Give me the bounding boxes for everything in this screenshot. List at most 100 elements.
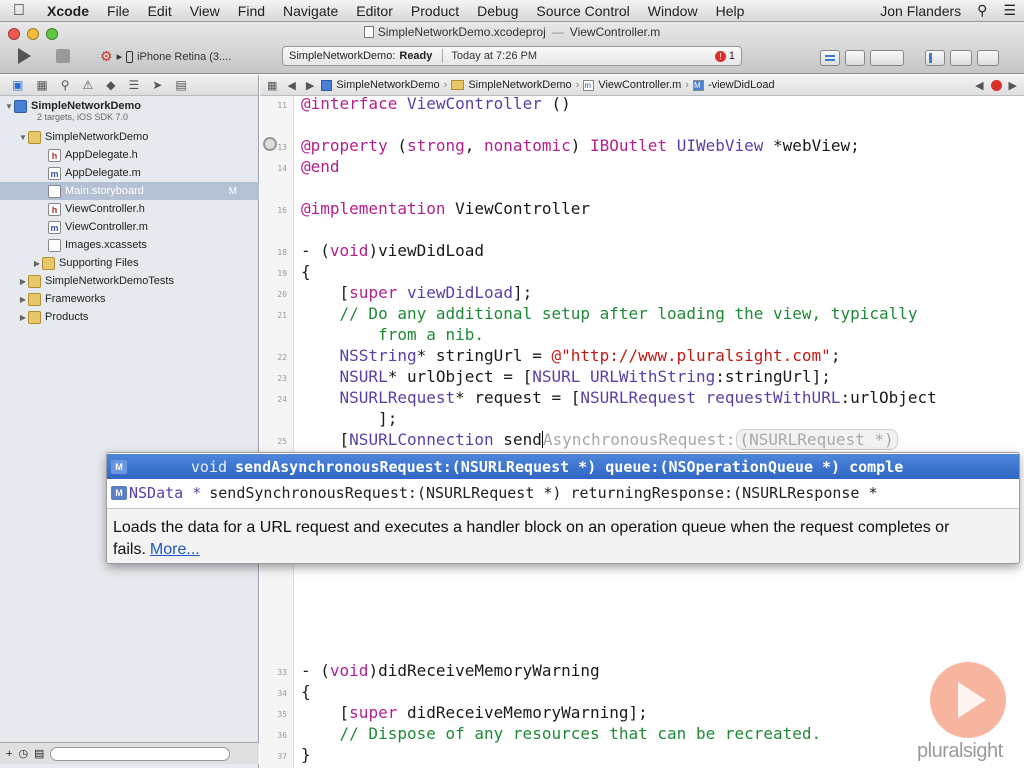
code-token: @property — [301, 136, 388, 155]
related-items-icon[interactable]: ▦ — [264, 79, 280, 92]
code-token: didReceiveMemoryWarning]; — [397, 703, 648, 722]
notification-list-icon[interactable]: ☰ — [995, 2, 1024, 19]
scm-filter-icon[interactable]: ▤ — [34, 747, 44, 760]
source-editor[interactable]: @interface ViewController () @property (… — [295, 96, 1024, 768]
menu-file[interactable]: File — [98, 3, 139, 19]
run-button[interactable] — [18, 48, 31, 64]
breadcrumb-method[interactable]: -viewDidLoad — [708, 79, 775, 91]
issue-navigator-tab-icon[interactable]: ⚠ — [82, 78, 93, 92]
menu-view[interactable]: View — [181, 3, 229, 19]
tree-item-viewcontroller-h[interactable]: h ViewController.h — [0, 200, 259, 218]
tree-item-frameworks[interactable]: ▶ Frameworks — [0, 290, 259, 308]
debug-navigator-tab-icon[interactable]: ☰ — [128, 78, 139, 92]
code-comment: from a nib. — [301, 325, 485, 344]
toggle-utilities-button[interactable] — [977, 50, 999, 66]
recent-files-icon[interactable]: ◷ — [18, 747, 28, 760]
code-line-current[interactable]: [NSURLConnection sendAsynchronousRequest… — [301, 429, 898, 450]
menu-source-control[interactable]: Source Control — [527, 3, 638, 19]
scheme-selector[interactable]: ⚙ ▸ iPhone Retina (3.... — [100, 48, 231, 65]
spotlight-search-icon[interactable]: ⚲ — [969, 2, 995, 19]
tree-item-appdelegate-m[interactable]: m AppDelegate.m — [0, 164, 259, 182]
navigator-filter-field[interactable] — [50, 746, 231, 761]
log-navigator-tab-icon[interactable]: ▤ — [175, 78, 186, 92]
tree-item-appdelegate-h[interactable]: h AppDelegate.h — [0, 146, 259, 164]
tree-item-viewcontroller-m[interactable]: m ViewController.m — [0, 218, 259, 236]
stop-button[interactable] — [56, 49, 70, 63]
disclosure-closed-icon[interactable]: ▶ — [32, 259, 42, 268]
line-number: 21 — [277, 311, 287, 320]
disclosure-open-icon[interactable]: ▼ — [4, 102, 14, 111]
project-navigator-tab-icon[interactable]: ▣ — [12, 78, 23, 92]
menu-debug[interactable]: Debug — [468, 3, 527, 19]
forward-arrow-icon[interactable]: ▶ — [303, 79, 317, 92]
menu-navigate[interactable]: Navigate — [274, 3, 347, 19]
completion-item[interactable]: M NSData * sendSynchronousRequest:(NSURL… — [107, 480, 1019, 505]
code-token: send — [493, 430, 542, 449]
line-number: 23 — [277, 374, 287, 383]
breadcrumb-group[interactable]: SimpleNetworkDemo — [468, 79, 571, 91]
user-name[interactable]: Jon Flanders — [872, 3, 969, 19]
toggle-navigator-button[interactable] — [925, 50, 945, 66]
tree-item-label: Supporting Files — [59, 257, 139, 269]
tree-item-tests[interactable]: ▶ SimpleNetworkDemoTests — [0, 272, 259, 290]
code-comment: // Do any additional setup after loading… — [301, 304, 918, 323]
more-link[interactable]: More... — [150, 541, 200, 558]
code-token: )viewDidLoad — [368, 241, 485, 260]
menu-find[interactable]: Find — [229, 3, 274, 19]
menu-window[interactable]: Window — [639, 3, 707, 19]
version-editor-button[interactable] — [870, 50, 904, 66]
menu-product[interactable]: Product — [402, 3, 468, 19]
code-token: @interface — [301, 96, 407, 113]
error-icon[interactable] — [990, 79, 1002, 91]
next-issue-icon[interactable]: ▶ — [1006, 79, 1020, 92]
disclosure-closed-icon[interactable]: ▶ — [18, 313, 28, 322]
apple-menu-icon[interactable]:  — [0, 2, 38, 20]
disclosure-closed-icon[interactable]: ▶ — [18, 295, 28, 304]
issue-indicator[interactable]: ! 1 — [714, 50, 735, 62]
tree-item-group-simplenetworkdemo[interactable]: ▼ SimpleNetworkDemo — [0, 128, 259, 146]
previous-issue-icon[interactable]: ◀ — [972, 79, 986, 92]
code-line: NSString* stringUrl = @"http://www.plura… — [301, 345, 841, 366]
tree-item-supporting-files[interactable]: ▶ Supporting Files — [0, 254, 259, 272]
tree-item-label: Frameworks — [45, 293, 106, 305]
find-navigator-tab-icon[interactable]: ⚲ — [61, 78, 70, 92]
line-number: 16 — [277, 206, 287, 215]
symbol-navigator-tab-icon[interactable]: ▦ — [36, 78, 47, 92]
menu-help[interactable]: Help — [707, 3, 754, 19]
menu-edit[interactable]: Edit — [139, 3, 181, 19]
add-file-icon[interactable]: + — [6, 748, 12, 760]
tree-item-main-storyboard[interactable]: Main.storyboard M — [0, 182, 259, 200]
breakpoint-navigator-tab-icon[interactable]: ➤ — [152, 78, 162, 92]
disclosure-closed-icon[interactable]: ▶ — [18, 277, 28, 286]
code-line: ]; — [301, 408, 397, 429]
tree-item-images-xcassets[interactable]: Images.xcassets — [0, 236, 259, 254]
breadcrumb-project[interactable]: SimpleNetworkDemo — [336, 79, 439, 91]
test-navigator-tab-icon[interactable]: ◆ — [106, 78, 115, 92]
code-token: NSURL — [532, 367, 581, 386]
code-token: void — [329, 661, 369, 680]
iboutlet-connection-icon[interactable] — [263, 137, 277, 151]
assistant-editor-button[interactable] — [845, 50, 865, 66]
code-token: @implementation — [301, 199, 446, 218]
disclosure-open-icon[interactable]: ▼ — [18, 133, 28, 142]
menu-app-name[interactable]: Xcode — [38, 3, 98, 19]
code-token: URLWithString — [590, 367, 716, 386]
breadcrumb-chevron-icon: › — [575, 79, 580, 91]
code-line: - (void)viewDidLoad — [301, 240, 484, 261]
code-token: strong — [406, 136, 465, 155]
completion-placeholder-token[interactable]: (NSURLRequest *) — [735, 429, 898, 450]
completion-documentation: Loads the data for a URL request and exe… — [107, 508, 1019, 563]
menu-bar:  Xcode File Edit View Find Navigate Edi… — [0, 0, 1024, 22]
code-line: - (void)didReceiveMemoryWarning — [301, 660, 600, 681]
toggle-debug-area-button[interactable] — [950, 50, 972, 66]
menu-editor[interactable]: Editor — [347, 3, 402, 19]
completion-ghost-text: AsynchronousRequest: — [542, 430, 736, 449]
breadcrumb-file[interactable]: ViewController.m — [598, 79, 681, 91]
tree-item-products[interactable]: ▶ Products — [0, 308, 259, 326]
standard-editor-button[interactable] — [820, 50, 840, 66]
error-icon: ! — [714, 50, 726, 62]
line-number-gutter[interactable]: 11 13 14 16 18 19 20 21 22 23 24 25 33 3… — [260, 96, 294, 768]
back-arrow-icon[interactable]: ◀ — [284, 79, 298, 92]
completion-item-selected[interactable]: M void sendAsynchronousRequest:(NSURLReq… — [107, 454, 1019, 479]
